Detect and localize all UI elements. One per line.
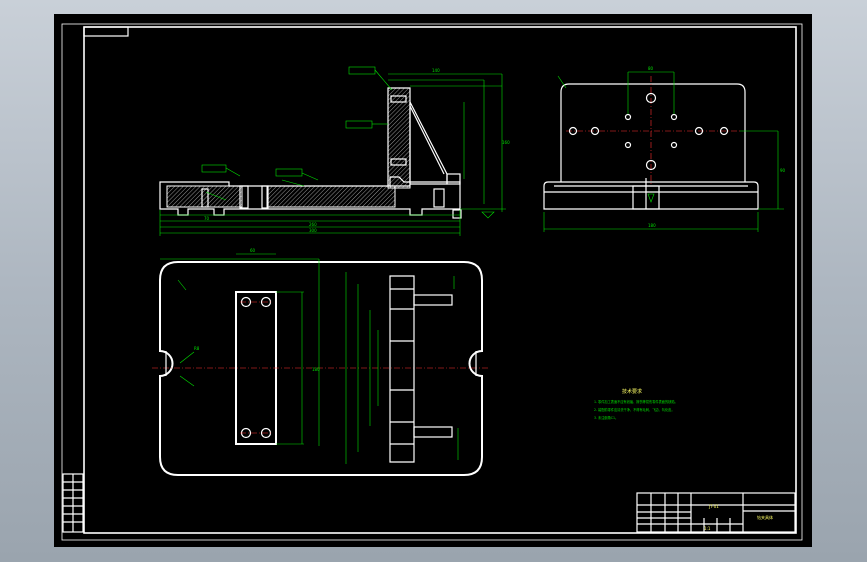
dim-top-width: 140: [432, 68, 440, 73]
cad-drawing: 300 260 70 160 140 80 90 180 60 180 R8 技…: [61, 23, 803, 541]
drawing-viewport[interactable]: 300 260 70 160 140 80 90 180 60 180 R8 技…: [54, 14, 812, 547]
side-dim-overall: 180: [648, 223, 656, 228]
title-block: JT-01 钻夹具体 1:1: [62, 473, 796, 533]
side-dim-top: 80: [648, 66, 654, 71]
dim-height: 160: [502, 140, 510, 145]
top-dim-slot: R8: [194, 346, 200, 351]
dim-left-offset: 70: [204, 216, 210, 221]
front-view: 300 260 70 160 140: [159, 66, 510, 236]
inner-border: [83, 26, 797, 534]
notes-line-2: 2. 装配前零件应清洗干净，不得有毛刺、飞边、氧化皮。: [594, 407, 675, 412]
title-scale: 1:1: [704, 526, 711, 531]
side-dim-height: 90: [780, 168, 786, 173]
top-view: 60 180 R8: [152, 248, 490, 476]
corner-tab: [83, 26, 129, 37]
top-dim-length: 180: [312, 367, 320, 372]
notes-line-1: 1. 零件加工表面不应有划痕、擦伤等损伤零件表面的缺陷。: [594, 399, 678, 404]
dim-base-length: 260: [309, 222, 317, 227]
notes-line-3: 3. 未注倒角C1。: [594, 415, 618, 420]
outer-border: [61, 23, 803, 541]
title-code: JT-01: [708, 504, 719, 509]
notes-title: 技术要求: [622, 388, 642, 395]
title-name: 钻夹具体: [757, 514, 773, 520]
dim-overall-width: 300: [309, 228, 317, 233]
top-dim-width: 60: [250, 248, 256, 253]
technical-notes: 技术要求 1. 零件加工表面不应有划痕、擦伤等损伤零件表面的缺陷。 2. 装配前…: [594, 388, 678, 420]
side-view: 80 90 180: [543, 66, 786, 232]
